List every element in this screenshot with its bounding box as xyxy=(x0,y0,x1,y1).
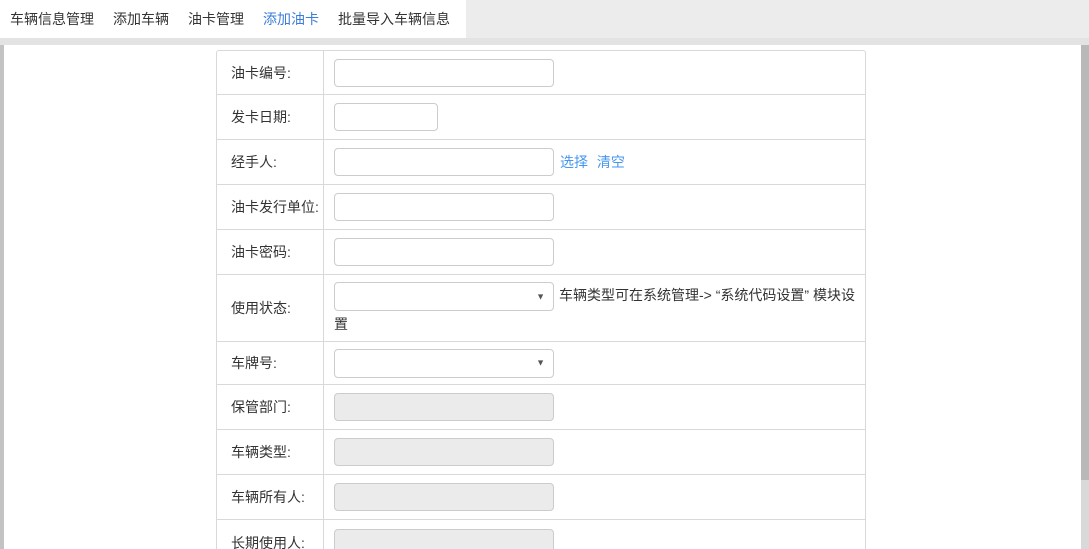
form-row-custody-department: 保管部门: xyxy=(217,385,865,430)
field-cell: 选择 清空 xyxy=(324,140,865,184)
tab-bar: 车辆信息管理 添加车辆 油卡管理 添加油卡 批量导入车辆信息 xyxy=(0,0,1089,38)
clear-handler-link[interactable]: 清空 xyxy=(597,154,625,170)
usage-status-select-wrap: ▼ xyxy=(334,282,554,311)
field-label: 油卡发行单位: xyxy=(217,185,324,229)
plate-number-select[interactable] xyxy=(334,349,554,378)
form-row-vehicle-owner: 车辆所有人: xyxy=(217,475,865,520)
divider-band xyxy=(0,38,1089,45)
field-label: 发卡日期: xyxy=(217,95,324,139)
issue-date-input[interactable] xyxy=(334,103,438,131)
field-label: 油卡编号: xyxy=(217,51,324,94)
form-row-usage-status: 使用状态: ▼ 车辆类型可在系统管理-> “系统代码设置” 模块设置 xyxy=(217,275,865,342)
field-label: 油卡密码: xyxy=(217,230,324,274)
scrollbar-thumb[interactable] xyxy=(1081,45,1089,480)
card-issuer-input[interactable] xyxy=(334,193,554,221)
custody-department-input xyxy=(334,393,554,421)
plate-number-select-wrap: ▼ xyxy=(334,349,554,378)
left-edge-strip xyxy=(0,45,4,549)
usage-status-select[interactable] xyxy=(334,282,554,311)
tabs-wrap: 车辆信息管理 添加车辆 油卡管理 添加油卡 批量导入车辆信息 xyxy=(0,0,466,38)
form-row-handler: 经手人: 选择 清空 xyxy=(217,140,865,185)
form-row-password: 油卡密码: xyxy=(217,230,865,275)
field-cell xyxy=(324,475,865,519)
form-row-long-term-user: 长期使用人: xyxy=(217,520,865,549)
field-cell xyxy=(324,430,865,474)
form-row-card-number: 油卡编号: xyxy=(217,51,865,95)
field-label: 车辆所有人: xyxy=(217,475,324,519)
field-cell xyxy=(324,385,865,429)
field-label: 车牌号: xyxy=(217,342,324,384)
long-term-user-input xyxy=(334,529,554,549)
field-label: 使用状态: xyxy=(217,275,324,341)
card-password-input[interactable] xyxy=(334,238,554,266)
field-cell xyxy=(324,95,865,139)
field-label: 长期使用人: xyxy=(217,520,324,549)
form-content-area: 油卡编号: 发卡日期: 经手人: 选择 清空 油卡发行单位: xyxy=(0,45,1089,549)
tab-vehicle-info-management[interactable]: 车辆信息管理 xyxy=(10,0,94,38)
add-fuel-card-form: 油卡编号: 发卡日期: 经手人: 选择 清空 油卡发行单位: xyxy=(216,50,866,549)
field-label: 车辆类型: xyxy=(217,430,324,474)
field-cell xyxy=(324,185,865,229)
form-row-issuer: 油卡发行单位: xyxy=(217,185,865,230)
field-cell: ▼ xyxy=(324,342,865,384)
form-row-vehicle-type: 车辆类型: xyxy=(217,430,865,475)
vehicle-type-input xyxy=(334,438,554,466)
field-cell xyxy=(324,230,865,274)
handler-actions: 选择 清空 xyxy=(560,152,625,172)
field-cell: ▼ 车辆类型可在系统管理-> “系统代码设置” 模块设置 xyxy=(324,275,865,341)
fuel-card-number-input[interactable] xyxy=(334,59,554,87)
tab-batch-import-vehicle-info[interactable]: 批量导入车辆信息 xyxy=(338,0,450,38)
select-handler-link[interactable]: 选择 xyxy=(560,154,588,170)
field-cell xyxy=(324,520,865,549)
handler-input[interactable] xyxy=(334,148,554,176)
tab-add-fuel-card[interactable]: 添加油卡 xyxy=(263,0,319,38)
form-row-issue-date: 发卡日期: xyxy=(217,95,865,140)
field-label: 保管部门: xyxy=(217,385,324,429)
tab-add-vehicle[interactable]: 添加车辆 xyxy=(113,0,169,38)
field-label: 经手人: xyxy=(217,140,324,184)
form-row-plate-number: 车牌号: ▼ xyxy=(217,342,865,385)
tab-fuel-card-management[interactable]: 油卡管理 xyxy=(188,0,244,38)
field-cell xyxy=(324,51,865,94)
vertical-scrollbar[interactable] xyxy=(1081,45,1089,549)
vehicle-owner-input xyxy=(334,483,554,511)
